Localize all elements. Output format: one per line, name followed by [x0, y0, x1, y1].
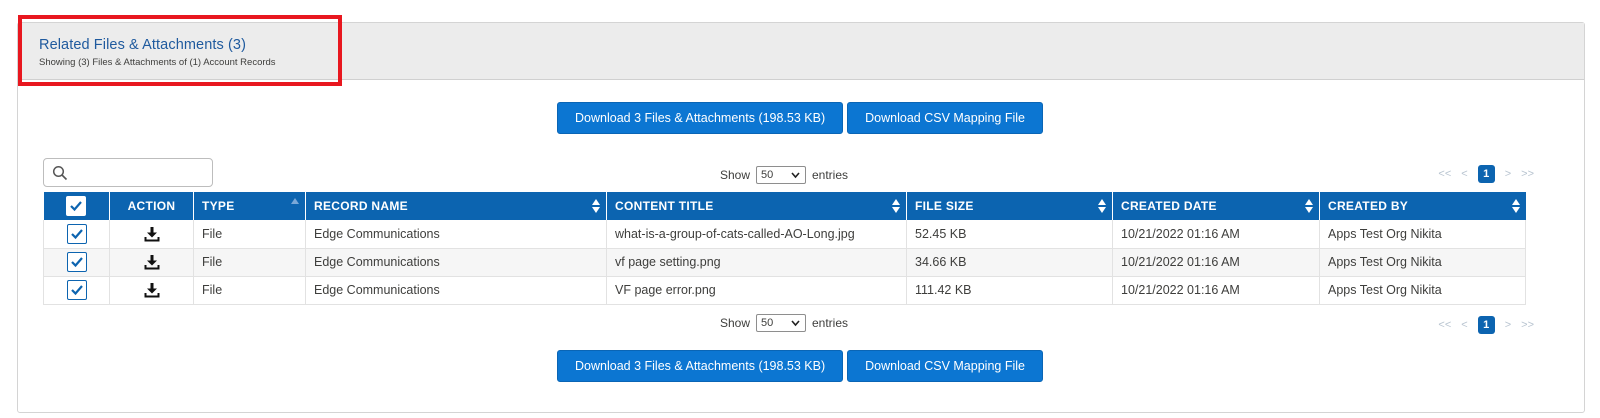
table-row: File Edge Communications VF page error.p…: [43, 276, 1526, 305]
show-label: Show: [719, 316, 750, 330]
check-icon: [70, 201, 83, 212]
column-header-file-size[interactable]: FILE SIZE: [906, 192, 1113, 220]
check-icon: [70, 257, 83, 268]
column-header-created-by-label: CREATED BY: [1328, 199, 1409, 213]
top-button-row: Download 3 Files & Attachments (198.53 K…: [0, 102, 1600, 134]
sort-icon: [592, 199, 600, 213]
check-icon: [70, 285, 83, 296]
table-row: File Edge Communications vf page setting…: [43, 248, 1526, 277]
column-header-created-date-label: CREATED DATE: [1121, 199, 1217, 213]
row-action-cell: [109, 276, 194, 305]
download-icon[interactable]: [144, 254, 160, 270]
sort-icon: [1098, 199, 1106, 213]
entries-label: entries: [812, 168, 849, 182]
column-header-created-date[interactable]: CREATED DATE: [1112, 192, 1320, 220]
row-file-size: 52.45 KB: [906, 220, 1113, 249]
row-select-cell: [43, 276, 110, 305]
row-checkbox[interactable]: [66, 252, 87, 272]
select-all-checkbox[interactable]: [66, 196, 87, 216]
column-header-type[interactable]: TYPE: [193, 192, 306, 220]
row-type: File: [193, 220, 306, 249]
entries-label: entries: [812, 316, 849, 330]
row-created-date: 10/21/2022 01:16 AM: [1112, 248, 1320, 277]
files-table: ACTION TYPE RECORD NAME CONTENT TITLE FI…: [43, 192, 1526, 305]
chevron-down-icon: [791, 172, 800, 179]
row-file-size: 34.66 KB: [906, 248, 1113, 277]
row-action-cell: [109, 220, 194, 249]
pager-next[interactable]: >: [1505, 319, 1511, 331]
row-select-cell: [43, 248, 110, 277]
download-csv-button[interactable]: Download CSV Mapping File: [847, 102, 1043, 134]
download-csv-button[interactable]: Download CSV Mapping File: [847, 350, 1043, 382]
row-record-name-link[interactable]: Edge Communications: [305, 276, 607, 305]
chevron-down-icon: [791, 320, 800, 327]
panel-header: Related Files & Attachments (3) Showing …: [18, 23, 1584, 80]
select-all-header[interactable]: [43, 192, 110, 220]
row-select-cell: [43, 220, 110, 249]
check-icon: [70, 229, 83, 239]
table-row: File Edge Communications what-is-a-group…: [43, 220, 1526, 249]
row-file-size: 111.42 KB: [906, 276, 1113, 305]
pager-first[interactable]: <<: [1438, 319, 1451, 331]
entries-select[interactable]: 50: [756, 314, 806, 332]
row-created-by-link[interactable]: Apps Test Org Nikita: [1319, 248, 1526, 277]
download-all-button[interactable]: Download 3 Files & Attachments (198.53 K…: [557, 102, 844, 134]
column-header-file-size-label: FILE SIZE: [915, 199, 974, 213]
sort-icon: [892, 199, 900, 213]
panel-title: Related Files & Attachments (3): [39, 37, 246, 53]
row-checkbox[interactable]: [66, 280, 87, 300]
row-content-title-link[interactable]: vf page setting.png: [606, 248, 907, 277]
show-label: Show: [719, 168, 750, 182]
row-created-by-link[interactable]: Apps Test Org Nikita: [1319, 220, 1526, 249]
bottom-button-row: Download 3 Files & Attachments (198.53 K…: [0, 350, 1600, 382]
pager-last[interactable]: >>: [1521, 168, 1534, 180]
row-action-cell: [109, 248, 194, 277]
row-record-name-link[interactable]: Edge Communications: [305, 220, 607, 249]
entries-select[interactable]: 50: [756, 166, 806, 184]
sort-icon: [1511, 199, 1520, 213]
pager-first[interactable]: <<: [1438, 168, 1451, 180]
show-entries-bottom: Show 50 entries: [0, 314, 1568, 332]
column-header-record-name[interactable]: RECORD NAME: [305, 192, 607, 220]
row-type: File: [193, 276, 306, 305]
column-header-record-name-label: RECORD NAME: [314, 199, 408, 213]
download-icon[interactable]: [144, 226, 160, 242]
pager-top: << < 1 > >>: [1438, 165, 1534, 183]
row-created-date: 10/21/2022 01:16 AM: [1112, 276, 1320, 305]
row-content-title-link[interactable]: VF page error.png: [606, 276, 907, 305]
pager-bottom: << < 1 > >>: [1438, 316, 1534, 334]
table-header-row: ACTION TYPE RECORD NAME CONTENT TITLE FI…: [43, 192, 1526, 220]
row-created-by-link[interactable]: Apps Test Org Nikita: [1319, 276, 1526, 305]
sort-ascending-icon: [291, 198, 299, 204]
pager-last[interactable]: >>: [1521, 319, 1534, 331]
pager-current-page[interactable]: 1: [1477, 316, 1495, 334]
column-header-created-by[interactable]: CREATED BY: [1319, 192, 1526, 220]
row-created-date: 10/21/2022 01:16 AM: [1112, 220, 1320, 249]
column-header-type-label: TYPE: [202, 199, 235, 213]
row-record-name-link[interactable]: Edge Communications: [305, 248, 607, 277]
column-header-content-title-label: CONTENT TITLE: [615, 199, 714, 213]
show-entries-top: Show 50 entries: [0, 166, 1568, 184]
entries-select-value: 50: [761, 169, 774, 181]
download-icon[interactable]: [144, 282, 160, 298]
pager-prev[interactable]: <: [1461, 319, 1467, 331]
row-checkbox[interactable]: [66, 223, 87, 244]
row-content-title-link[interactable]: what-is-a-group-of-cats-called-AO-Long.j…: [606, 220, 907, 249]
sort-icon: [1305, 199, 1313, 213]
pager-next[interactable]: >: [1505, 168, 1511, 180]
pager-prev[interactable]: <: [1461, 168, 1467, 180]
pager-current-page[interactable]: 1: [1477, 165, 1495, 183]
column-header-action: ACTION: [109, 192, 194, 220]
row-type: File: [193, 248, 306, 277]
entries-select-value: 50: [761, 317, 774, 329]
download-all-button[interactable]: Download 3 Files & Attachments (198.53 K…: [557, 350, 844, 382]
panel-subtitle: Showing (3) Files & Attachments of (1) A…: [39, 57, 276, 68]
column-header-content-title[interactable]: CONTENT TITLE: [606, 192, 907, 220]
